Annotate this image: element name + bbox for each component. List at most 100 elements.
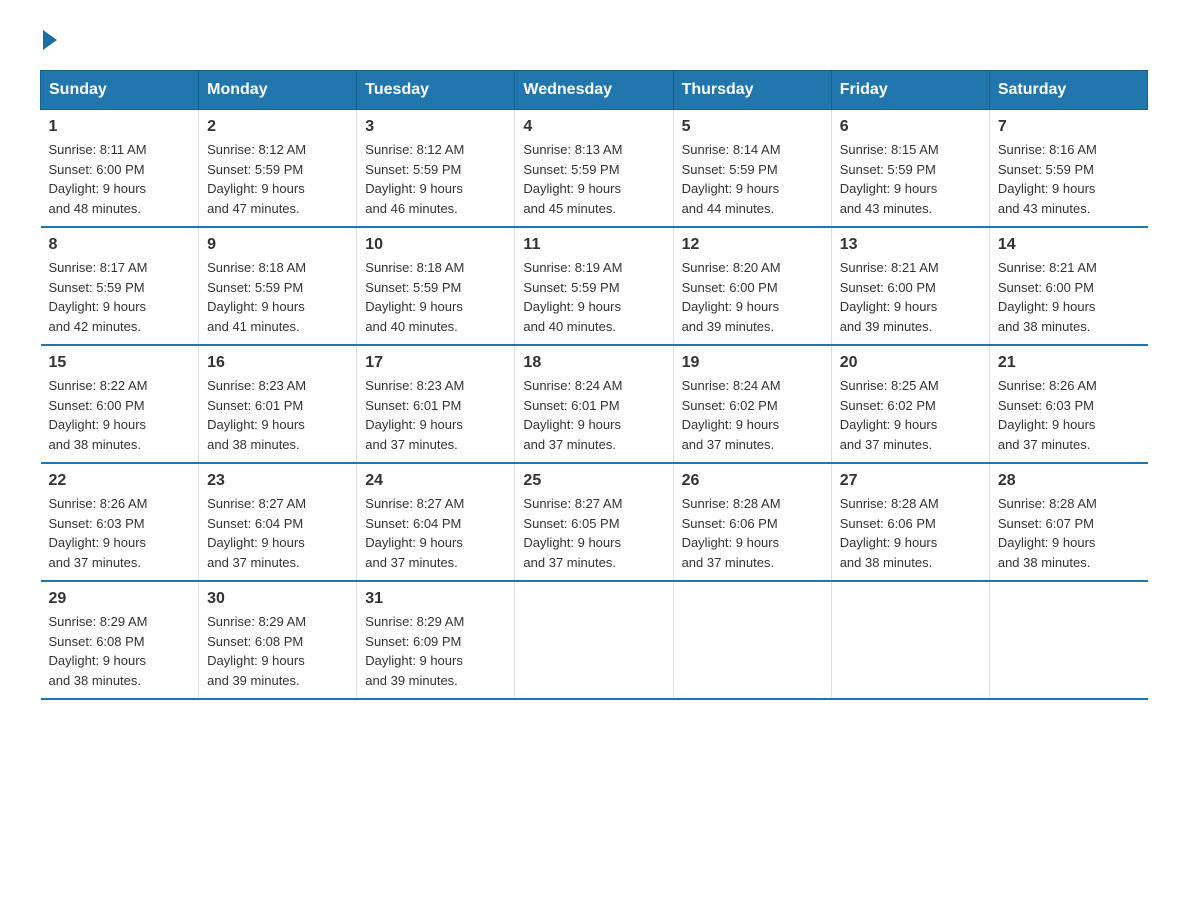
header-monday: Monday (199, 71, 357, 110)
calendar-cell: 22Sunrise: 8:26 AMSunset: 6:03 PMDayligh… (41, 463, 199, 581)
day-info: Sunrise: 8:16 AMSunset: 5:59 PMDaylight:… (998, 140, 1140, 218)
calendar-cell: 9 Sunrise: 8:18 AMSunset: 5:59 PMDaylight… (199, 227, 357, 345)
day-number: 16 (207, 354, 348, 372)
day-info: Sunrise: 8:24 AMSunset: 6:02 PMDaylight:… (682, 376, 823, 454)
calendar-cell: 5 Sunrise: 8:14 AMSunset: 5:59 PMDaylight… (673, 110, 831, 228)
calendar-cell: 3 Sunrise: 8:12 AMSunset: 5:59 PMDaylight… (357, 110, 515, 228)
calendar-cell (831, 581, 989, 699)
day-info: Sunrise: 8:20 AMSunset: 6:00 PMDaylight:… (682, 258, 823, 336)
day-info: Sunrise: 8:12 AMSunset: 5:59 PMDaylight:… (365, 140, 506, 218)
day-number: 30 (207, 590, 348, 608)
day-info: Sunrise: 8:19 AMSunset: 5:59 PMDaylight:… (523, 258, 664, 336)
header-thursday: Thursday (673, 71, 831, 110)
day-number: 2 (207, 118, 348, 136)
day-number: 27 (840, 472, 981, 490)
day-number: 5 (682, 118, 823, 136)
day-number: 3 (365, 118, 506, 136)
header-tuesday: Tuesday (357, 71, 515, 110)
calendar-cell: 23 Sunrise: 8:27 AMSunset: 6:04 PMDayligh… (199, 463, 357, 581)
calendar-cell: 14 Sunrise: 8:21 AMSunset: 6:00 PMDayligh… (989, 227, 1147, 345)
day-number: 31 (365, 590, 506, 608)
day-number: 10 (365, 236, 506, 254)
day-info: Sunrise: 8:28 AMSunset: 6:06 PMDaylight:… (840, 494, 981, 572)
day-number: 25 (523, 472, 664, 490)
day-info: Sunrise: 8:23 AMSunset: 6:01 PMDaylight:… (207, 376, 348, 454)
logo (40, 30, 60, 50)
calendar-week-row: 15 Sunrise: 8:22 AMSunset: 6:00 PMDayligh… (41, 345, 1148, 463)
day-info: Sunrise: 8:17 AMSunset: 5:59 PMDaylight:… (49, 258, 191, 336)
day-number: 26 (682, 472, 823, 490)
day-info: Sunrise: 8:27 AMSunset: 6:04 PMDaylight:… (365, 494, 506, 572)
calendar-cell: 27 Sunrise: 8:28 AMSunset: 6:06 PMDayligh… (831, 463, 989, 581)
calendar-cell: 30 Sunrise: 8:29 AMSunset: 6:08 PMDayligh… (199, 581, 357, 699)
day-info: Sunrise: 8:29 AMSunset: 6:08 PMDaylight:… (49, 612, 191, 690)
day-number: 14 (998, 236, 1140, 254)
day-number: 23 (207, 472, 348, 490)
calendar-cell: 15 Sunrise: 8:22 AMSunset: 6:00 PMDayligh… (41, 345, 199, 463)
calendar-cell: 25 Sunrise: 8:27 AMSunset: 6:05 PMDayligh… (515, 463, 673, 581)
day-number: 29 (49, 590, 191, 608)
header-wednesday: Wednesday (515, 71, 673, 110)
day-info: Sunrise: 8:24 AMSunset: 6:01 PMDaylight:… (523, 376, 664, 454)
calendar-cell: 21Sunrise: 8:26 AMSunset: 6:03 PMDayligh… (989, 345, 1147, 463)
calendar-cell: 29 Sunrise: 8:29 AMSunset: 6:08 PMDayligh… (41, 581, 199, 699)
day-info: Sunrise: 8:29 AMSunset: 6:09 PMDaylight:… (365, 612, 506, 690)
calendar-cell (673, 581, 831, 699)
page-header (40, 30, 1148, 50)
calendar-cell: 11 Sunrise: 8:19 AMSunset: 5:59 PMDayligh… (515, 227, 673, 345)
calendar-cell: 8 Sunrise: 8:17 AMSunset: 5:59 PMDaylight… (41, 227, 199, 345)
calendar-cell: 18 Sunrise: 8:24 AMSunset: 6:01 PMDayligh… (515, 345, 673, 463)
day-number: 7 (998, 118, 1140, 136)
day-number: 19 (682, 354, 823, 372)
calendar-cell: 28Sunrise: 8:28 AMSunset: 6:07 PMDayligh… (989, 463, 1147, 581)
header-friday: Friday (831, 71, 989, 110)
day-info: Sunrise: 8:22 AMSunset: 6:00 PMDaylight:… (49, 376, 191, 454)
day-info: Sunrise: 8:27 AMSunset: 6:05 PMDaylight:… (523, 494, 664, 572)
calendar-cell: 19 Sunrise: 8:24 AMSunset: 6:02 PMDayligh… (673, 345, 831, 463)
calendar-cell: 17Sunrise: 8:23 AMSunset: 6:01 PMDayligh… (357, 345, 515, 463)
calendar-cell: 13 Sunrise: 8:21 AMSunset: 6:00 PMDayligh… (831, 227, 989, 345)
calendar-table: SundayMondayTuesdayWednesdayThursdayFrid… (40, 70, 1148, 700)
day-number: 15 (49, 354, 191, 372)
calendar-cell: 2 Sunrise: 8:12 AMSunset: 5:59 PMDaylight… (199, 110, 357, 228)
calendar-week-row: 22Sunrise: 8:26 AMSunset: 6:03 PMDayligh… (41, 463, 1148, 581)
calendar-week-row: 8 Sunrise: 8:17 AMSunset: 5:59 PMDaylight… (41, 227, 1148, 345)
calendar-week-row: 1Sunrise: 8:11 AMSunset: 6:00 PMDaylight… (41, 110, 1148, 228)
day-info: Sunrise: 8:18 AMSunset: 5:59 PMDaylight:… (207, 258, 348, 336)
header-saturday: Saturday (989, 71, 1147, 110)
day-info: Sunrise: 8:13 AMSunset: 5:59 PMDaylight:… (523, 140, 664, 218)
calendar-cell: 20Sunrise: 8:25 AMSunset: 6:02 PMDayligh… (831, 345, 989, 463)
day-info: Sunrise: 8:14 AMSunset: 5:59 PMDaylight:… (682, 140, 823, 218)
calendar-header-row: SundayMondayTuesdayWednesdayThursdayFrid… (41, 71, 1148, 110)
day-info: Sunrise: 8:15 AMSunset: 5:59 PMDaylight:… (840, 140, 981, 218)
day-info: Sunrise: 8:21 AMSunset: 6:00 PMDaylight:… (840, 258, 981, 336)
day-number: 13 (840, 236, 981, 254)
day-info: Sunrise: 8:28 AMSunset: 6:06 PMDaylight:… (682, 494, 823, 572)
day-info: Sunrise: 8:28 AMSunset: 6:07 PMDaylight:… (998, 494, 1140, 572)
day-info: Sunrise: 8:12 AMSunset: 5:59 PMDaylight:… (207, 140, 348, 218)
day-info: Sunrise: 8:21 AMSunset: 6:00 PMDaylight:… (998, 258, 1140, 336)
calendar-week-row: 29 Sunrise: 8:29 AMSunset: 6:08 PMDayligh… (41, 581, 1148, 699)
calendar-cell: 12Sunrise: 8:20 AMSunset: 6:00 PMDayligh… (673, 227, 831, 345)
calendar-cell: 4 Sunrise: 8:13 AMSunset: 5:59 PMDaylight… (515, 110, 673, 228)
calendar-cell (515, 581, 673, 699)
calendar-cell: 16 Sunrise: 8:23 AMSunset: 6:01 PMDayligh… (199, 345, 357, 463)
header-sunday: Sunday (41, 71, 199, 110)
day-info: Sunrise: 8:29 AMSunset: 6:08 PMDaylight:… (207, 612, 348, 690)
day-info: Sunrise: 8:26 AMSunset: 6:03 PMDaylight:… (998, 376, 1140, 454)
day-number: 11 (523, 236, 664, 254)
calendar-cell: 7 Sunrise: 8:16 AMSunset: 5:59 PMDaylight… (989, 110, 1147, 228)
day-number: 1 (49, 118, 191, 136)
calendar-cell: 1Sunrise: 8:11 AMSunset: 6:00 PMDaylight… (41, 110, 199, 228)
day-info: Sunrise: 8:26 AMSunset: 6:03 PMDaylight:… (49, 494, 191, 572)
day-number: 18 (523, 354, 664, 372)
day-info: Sunrise: 8:27 AMSunset: 6:04 PMDaylight:… (207, 494, 348, 572)
day-number: 9 (207, 236, 348, 254)
day-number: 4 (523, 118, 664, 136)
day-number: 8 (49, 236, 191, 254)
calendar-cell: 31 Sunrise: 8:29 AMSunset: 6:09 PMDayligh… (357, 581, 515, 699)
calendar-cell: 26 Sunrise: 8:28 AMSunset: 6:06 PMDayligh… (673, 463, 831, 581)
day-info: Sunrise: 8:18 AMSunset: 5:59 PMDaylight:… (365, 258, 506, 336)
day-info: Sunrise: 8:23 AMSunset: 6:01 PMDaylight:… (365, 376, 506, 454)
calendar-cell: 6Sunrise: 8:15 AMSunset: 5:59 PMDaylight… (831, 110, 989, 228)
